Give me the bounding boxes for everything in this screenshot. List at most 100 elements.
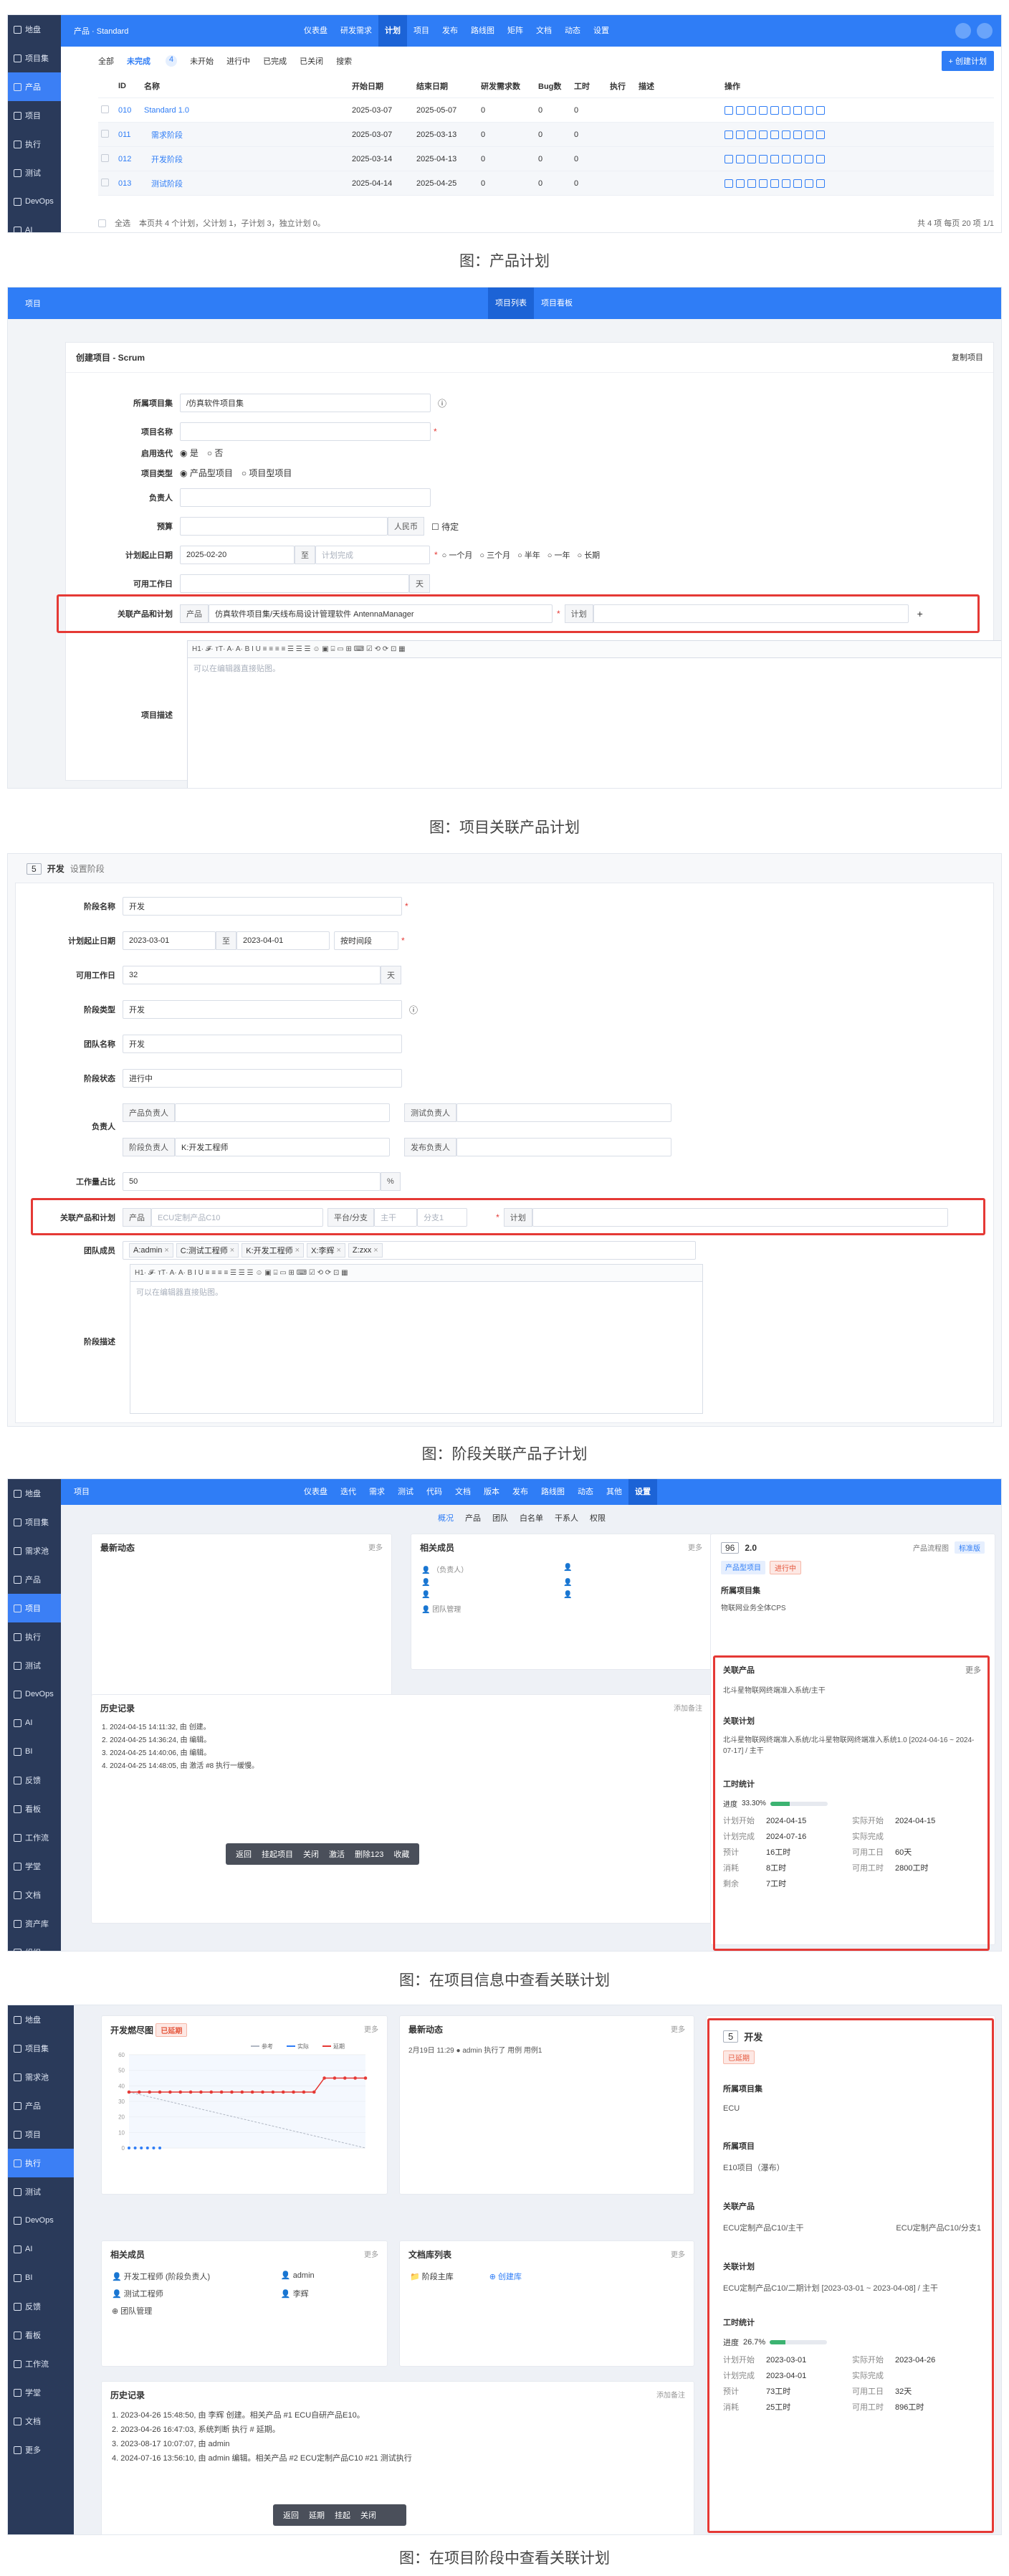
add-note-link[interactable]: 添加备注 xyxy=(656,2389,685,2401)
action-button[interactable]: 激活 xyxy=(329,1848,345,1860)
product-value[interactable]: 北斗星物联网终端准入系统/主干 xyxy=(723,1684,981,1695)
date-end[interactable]: 计划完成 xyxy=(315,546,430,564)
nav-item[interactable]: 发布 xyxy=(506,1479,535,1505)
remove-icon[interactable]: × xyxy=(295,1246,300,1255)
action-button[interactable]: 挂起项目 xyxy=(262,1848,293,1860)
action-icon[interactable] xyxy=(805,130,813,139)
project-value[interactable]: E10项目（瀑布） xyxy=(723,2162,981,2173)
sidebar-item[interactable]: 看板 xyxy=(8,1795,61,1823)
top-tab[interactable]: 项目看板 xyxy=(534,287,580,319)
action-icon[interactable] xyxy=(736,154,745,163)
nav-item[interactable]: 发布 xyxy=(436,15,464,47)
sidebar-item[interactable]: 测试 xyxy=(8,158,61,187)
sidebar-item[interactable]: 执行 xyxy=(8,2149,74,2177)
action-icon[interactable] xyxy=(805,179,813,188)
multi-yes[interactable]: ◉ 是 xyxy=(180,447,199,459)
qa-select[interactable] xyxy=(456,1103,671,1122)
date-option[interactable]: ○ 一年 xyxy=(547,549,570,561)
editor-toolbar[interactable]: H1· 𝓕· ᴛT· A· A· B I U ≡ ≡ ≡ ≡ ☰ ☰ ☰ ☺ ▣… xyxy=(130,1264,703,1281)
sidebar-item[interactable]: 反馈 xyxy=(8,2292,74,2321)
more-link[interactable]: 更多 xyxy=(688,1541,702,1554)
more-link[interactable]: 更多 xyxy=(671,2248,685,2261)
action-icon[interactable] xyxy=(747,105,756,115)
sidebar-item[interactable]: 资产库 xyxy=(8,1909,61,1938)
more-link[interactable]: 更多 xyxy=(671,2023,685,2035)
nav-item[interactable]: 项目 xyxy=(407,15,436,47)
type-select[interactable]: 开发 xyxy=(123,1000,402,1019)
nav-item[interactable]: 测试 xyxy=(391,1479,420,1505)
sidebar-item[interactable]: 更多 xyxy=(8,2435,74,2464)
member-item[interactable]: 👤 xyxy=(421,1591,559,1599)
date-option[interactable]: ○ 三个月 xyxy=(479,549,510,561)
sidebar-item[interactable]: DevOps xyxy=(8,187,61,216)
nav-item[interactable]: 设置 xyxy=(587,15,616,47)
action-button[interactable]: 返回 xyxy=(283,2509,299,2521)
action-icon[interactable] xyxy=(770,105,779,115)
action-icon[interactable] xyxy=(736,179,745,188)
action-button[interactable]: 延期 xyxy=(309,2509,325,2521)
sidebar-item[interactable]: BI xyxy=(8,1737,61,1766)
multi-no[interactable]: ○ 否 xyxy=(207,447,224,459)
rd-select[interactable] xyxy=(456,1138,671,1156)
action-icon[interactable] xyxy=(759,105,767,115)
sidebar-item[interactable]: 产品 xyxy=(8,2091,74,2120)
sidebar-item[interactable]: 工作流 xyxy=(8,1823,61,1852)
action-button[interactable]: 关闭 xyxy=(360,2509,376,2521)
top-left-title[interactable]: 项目 xyxy=(8,298,41,309)
action-icon[interactable] xyxy=(782,130,790,139)
avatar[interactable] xyxy=(977,23,993,39)
sidebar-item[interactable]: AI xyxy=(8,2235,74,2263)
help-icon[interactable]: ⓘ xyxy=(409,1004,418,1016)
copy-project-button[interactable]: 复制项目 xyxy=(952,351,983,363)
nav-item[interactable]: 计划 xyxy=(378,15,407,47)
action-icon[interactable] xyxy=(793,130,802,139)
date-option[interactable]: ○ 长期 xyxy=(577,549,600,561)
budget-tbd[interactable]: 待定 xyxy=(441,522,459,532)
sidebar-item[interactable]: 地盘 xyxy=(8,1479,61,1508)
breadcrumb[interactable]: 项目 xyxy=(61,1479,297,1505)
row-checkbox[interactable] xyxy=(98,129,115,140)
product-select[interactable]: ECU定制产品C10 xyxy=(151,1208,323,1227)
description-editor[interactable]: 可以在编辑器直接贴图。 xyxy=(187,657,1001,788)
cell-name[interactable]: 测试阶段 xyxy=(141,178,349,189)
date-mode-select[interactable]: 按时间段 xyxy=(334,931,398,950)
more-link[interactable]: 更多 xyxy=(965,1664,981,1676)
action-icon[interactable] xyxy=(747,154,756,163)
more-link[interactable]: 更多 xyxy=(364,2248,378,2261)
column-header[interactable]: 研发需求数 xyxy=(478,80,535,92)
plan-select[interactable] xyxy=(593,604,909,623)
add-link-button[interactable]: + xyxy=(917,608,923,619)
sidebar-item[interactable]: DevOps xyxy=(8,2206,74,2235)
days-input[interactable] xyxy=(180,574,409,593)
sidebar-item[interactable]: AI xyxy=(8,1708,61,1737)
editor-toolbar[interactable]: H1· 𝓕· ᴛT· A· A· B I U ≡ ≡ ≡ ≡ ☰ ☰ ☰ ☺ ▣… xyxy=(187,640,1001,657)
action-icon[interactable] xyxy=(759,179,767,188)
action-icon[interactable] xyxy=(736,130,745,139)
po-select[interactable] xyxy=(175,1103,390,1122)
budget-unit[interactable]: 人民币 xyxy=(388,517,424,536)
sidebar-item[interactable]: 项目 xyxy=(8,1594,61,1622)
type-product[interactable]: ◉ 产品型项目 xyxy=(180,467,233,479)
member-item[interactable]: 👤 admin xyxy=(281,2271,377,2282)
nav-item[interactable]: 文档 xyxy=(449,1479,477,1505)
nav-item[interactable]: 路线图 xyxy=(464,15,501,47)
percent-input[interactable]: 50 xyxy=(123,1172,381,1191)
action-icon[interactable] xyxy=(736,105,745,115)
sidebar-item[interactable]: BI xyxy=(8,2263,74,2292)
budget-input[interactable] xyxy=(180,517,388,536)
member-item[interactable]: 👤 xyxy=(421,1579,559,1587)
action-icon[interactable] xyxy=(793,105,802,115)
action-icon[interactable] xyxy=(759,154,767,163)
member-item[interactable]: 👤 （负责人） xyxy=(421,1564,559,1574)
sidebar-item[interactable]: 学堂 xyxy=(8,1852,61,1881)
action-icon[interactable] xyxy=(770,154,779,163)
nav-item[interactable]: 代码 xyxy=(420,1479,449,1505)
date-start[interactable]: 2025-02-20 xyxy=(180,546,295,564)
sidebar-item[interactable]: 学堂 xyxy=(8,2378,74,2407)
remove-icon[interactable]: × xyxy=(164,1246,168,1255)
breadcrumb[interactable]: 产品 · Standard xyxy=(61,25,297,37)
more-link[interactable]: 更多 xyxy=(368,1541,383,1554)
plan-value[interactable]: 北斗星物联网终端准入系统/北斗星物联网终端准入系统1.0 [2024-04-16… xyxy=(723,1735,981,1757)
action-button[interactable]: 挂起 xyxy=(335,2509,350,2521)
member-item[interactable]: 👤 xyxy=(563,1579,701,1587)
